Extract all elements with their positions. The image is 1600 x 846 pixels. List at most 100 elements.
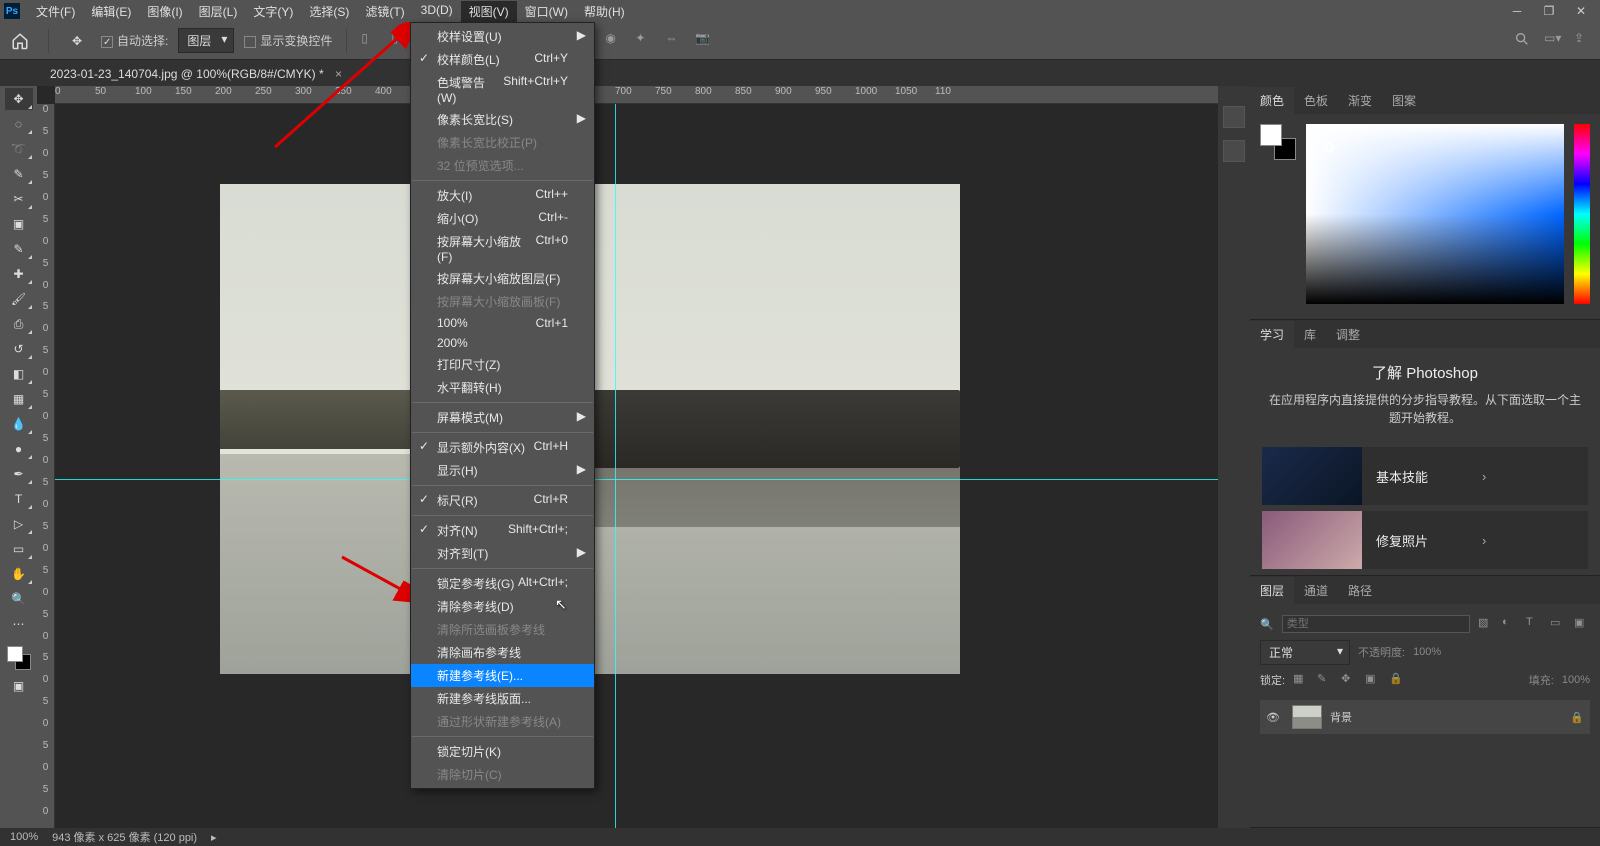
- 3d-slide-icon[interactable]: ⇔: [665, 31, 685, 51]
- menu-item[interactable]: 水平翻转(H): [411, 376, 594, 399]
- menu-item[interactable]: ✓显示额外内容(X)Ctrl+H: [411, 436, 594, 459]
- panel-tab[interactable]: 库: [1294, 321, 1326, 348]
- lasso-tool[interactable]: ➰: [5, 138, 33, 160]
- menu-item[interactable]: 按屏幕大小缩放(F)Ctrl+0: [411, 230, 594, 267]
- menu-item[interactable]: 新建参考线(E)...: [411, 664, 594, 687]
- panel-tab[interactable]: 渐变: [1338, 87, 1382, 114]
- menu-item[interactable]: 新建参考线版面...: [411, 687, 594, 710]
- menu-item[interactable]: ✓标尺(R)Ctrl+R: [411, 489, 594, 512]
- layer-row-background[interactable]: 👁 背景 🔒: [1260, 700, 1590, 734]
- menu-图像[interactable]: 图像(I): [139, 1, 190, 22]
- align-center-icon[interactable]: ▯: [391, 31, 411, 51]
- lock-pixels-icon[interactable]: ▦: [1293, 672, 1309, 688]
- filter-pixel-icon[interactable]: ▧: [1478, 616, 1494, 632]
- shape-tool[interactable]: ▭: [5, 538, 33, 560]
- home-icon[interactable]: [6, 27, 34, 55]
- color-field[interactable]: [1306, 124, 1564, 304]
- 3d-camera-icon[interactable]: 📷: [695, 31, 715, 51]
- gradient-tool[interactable]: ▦: [5, 388, 33, 410]
- ruler-vertical[interactable]: 050505050505050505050505050505050: [37, 104, 55, 828]
- menu-滤镜[interactable]: 滤镜(T): [357, 1, 412, 22]
- menu-帮助[interactable]: 帮助(H): [576, 1, 633, 22]
- visibility-eye-icon[interactable]: 👁: [1266, 711, 1284, 724]
- properties-panel-icon[interactable]: [1223, 140, 1245, 162]
- menu-item[interactable]: 色域警告(W)Shift+Ctrl+Y: [411, 71, 594, 108]
- dodge-tool[interactable]: ●: [5, 438, 33, 460]
- menu-item[interactable]: ✓校样颜色(L)Ctrl+Y: [411, 48, 594, 71]
- menu-item[interactable]: 屏幕模式(M)▶: [411, 406, 594, 429]
- menu-item[interactable]: 像素长宽比(S)▶: [411, 108, 594, 131]
- layer-thumbnail[interactable]: [1292, 705, 1322, 729]
- menu-文件[interactable]: 文件(F): [28, 1, 83, 22]
- menu-item[interactable]: 锁定切片(K): [411, 740, 594, 763]
- brush-tool[interactable]: 🖌: [5, 288, 33, 310]
- panel-tab[interactable]: 图案: [1382, 87, 1426, 114]
- lock-move-icon[interactable]: ✥: [1341, 672, 1357, 688]
- fill-value[interactable]: 100%: [1562, 674, 1590, 686]
- menu-图层[interactable]: 图层(L): [191, 1, 246, 22]
- menu-item[interactable]: 锁定参考线(G)Alt+Ctrl+;: [411, 572, 594, 595]
- learn-card-retouch[interactable]: 修复照片 ›: [1262, 511, 1588, 569]
- history-panel-icon[interactable]: [1223, 106, 1245, 128]
- menu-item[interactable]: ✓对齐(N)Shift+Ctrl+;: [411, 519, 594, 542]
- blend-mode-dropdown[interactable]: 正常: [1260, 640, 1350, 665]
- menu-视图[interactable]: 视图(V): [461, 1, 517, 22]
- maximize-button[interactable]: ❐: [1542, 4, 1556, 18]
- workspace-icon[interactable]: ▭▾: [1544, 31, 1564, 51]
- filter-type-icon[interactable]: T: [1526, 616, 1542, 632]
- menu-item[interactable]: 200%: [411, 333, 594, 353]
- zoom-level[interactable]: 100%: [10, 831, 38, 843]
- search-icon[interactable]: [1514, 31, 1534, 51]
- hand-tool[interactable]: ✋: [5, 563, 33, 585]
- menu-item[interactable]: 缩小(O)Ctrl+-: [411, 207, 594, 230]
- fg-bg-color[interactable]: [5, 644, 33, 672]
- filter-adjust-icon[interactable]: ◐: [1502, 616, 1518, 632]
- quick-select-tool[interactable]: ✎: [5, 163, 33, 185]
- ruler-horizontal[interactable]: 0501001502002503003504004505005506006507…: [55, 86, 1218, 104]
- zoom-tool[interactable]: 🔍: [5, 588, 33, 610]
- path-select-tool[interactable]: ▷: [5, 513, 33, 535]
- menu-item[interactable]: 100%Ctrl+1: [411, 313, 594, 333]
- healing-tool[interactable]: ✚: [5, 263, 33, 285]
- panel-tab[interactable]: 颜色: [1250, 87, 1294, 114]
- menu-3d[interactable]: 3D(D): [413, 1, 461, 22]
- color-swatch-pair[interactable]: [1260, 124, 1296, 160]
- menu-窗口[interactable]: 窗口(W): [517, 1, 576, 22]
- lock-all-icon[interactable]: 🔒: [1389, 672, 1405, 688]
- guide-vertical[interactable]: [615, 104, 616, 828]
- auto-select-checkbox[interactable]: [101, 36, 113, 48]
- menu-item[interactable]: 对齐到(T)▶: [411, 542, 594, 565]
- 3d-roll-icon[interactable]: ◉: [605, 31, 625, 51]
- menu-item[interactable]: 按屏幕大小缩放图层(F): [411, 267, 594, 290]
- guide-horizontal[interactable]: [55, 479, 1218, 480]
- lock-artboard-icon[interactable]: ▣: [1365, 672, 1381, 688]
- close-tab-icon[interactable]: ×: [335, 67, 342, 81]
- align-left-icon[interactable]: ▯: [361, 31, 381, 51]
- show-transform-checkbox[interactable]: [244, 36, 256, 48]
- menu-item[interactable]: 打印尺寸(Z): [411, 353, 594, 376]
- edit-toolbar[interactable]: ⋯: [5, 613, 33, 635]
- close-window-button[interactable]: ✕: [1574, 4, 1588, 18]
- panel-tab[interactable]: 色板: [1294, 87, 1338, 114]
- learn-card-basics[interactable]: 基本技能 ›: [1262, 447, 1588, 505]
- filter-shape-icon[interactable]: ▭: [1550, 616, 1566, 632]
- panel-tab[interactable]: 通道: [1294, 577, 1338, 604]
- menu-选择[interactable]: 选择(S): [301, 1, 357, 22]
- menu-item[interactable]: 显示(H)▶: [411, 459, 594, 482]
- pen-tool[interactable]: ✒: [5, 463, 33, 485]
- opacity-value[interactable]: 100%: [1413, 646, 1441, 658]
- panel-tab[interactable]: 路径: [1338, 577, 1382, 604]
- panel-tab[interactable]: 图层: [1250, 577, 1294, 604]
- 3d-pan-icon[interactable]: ✦: [635, 31, 655, 51]
- move-tool[interactable]: ✥: [5, 88, 33, 110]
- lock-position-icon[interactable]: ✎: [1317, 672, 1333, 688]
- minimize-button[interactable]: ─: [1510, 4, 1524, 18]
- document-tab[interactable]: 2023-01-23_140704.jpg @ 100%(RGB/8#/CMYK…: [40, 61, 352, 85]
- menu-编辑[interactable]: 编辑(E): [83, 1, 139, 22]
- target-layer-dropdown[interactable]: 图层: [178, 28, 234, 53]
- eyedropper-tool[interactable]: ✎: [5, 238, 33, 260]
- menu-文字[interactable]: 文字(Y): [245, 1, 301, 22]
- stamp-tool[interactable]: ⎙: [5, 313, 33, 335]
- quickmask-toggle[interactable]: ▣: [5, 675, 33, 697]
- type-tool[interactable]: T: [5, 488, 33, 510]
